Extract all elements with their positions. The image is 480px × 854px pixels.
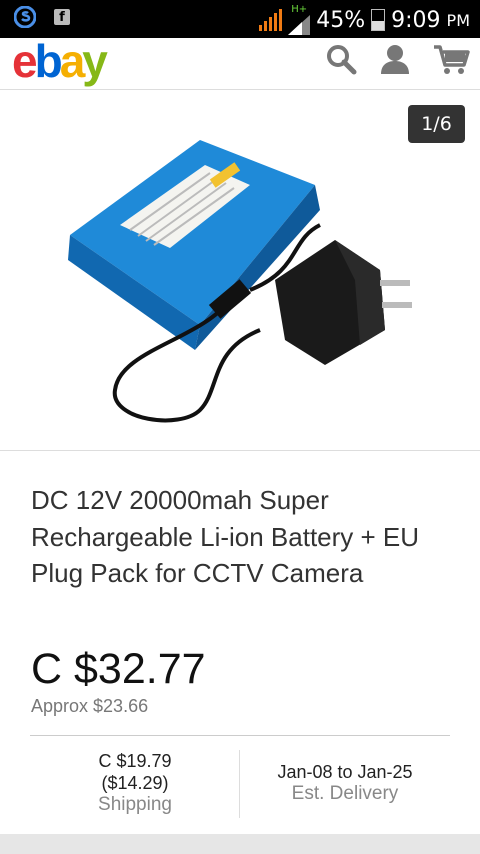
clock-time: 9:09	[391, 7, 441, 33]
clock-ampm: PM	[446, 10, 470, 30]
delivery-label: Est. Delivery	[291, 783, 399, 804]
delivery-info: Jan-08 to Jan-25 Est. Delivery	[240, 761, 450, 805]
user-icon[interactable]	[378, 42, 412, 76]
shipping-price: C $19.79	[98, 751, 172, 771]
product-price: C $32.77	[31, 645, 206, 693]
network-type: H+	[291, 4, 308, 15]
shipping-label: Shipping	[98, 794, 172, 815]
shipping-info: C $19.79 ($14.29) Shipping	[40, 750, 230, 816]
battery-percent: 45%	[316, 7, 366, 33]
skype-icon	[13, 5, 37, 29]
divider	[30, 735, 450, 736]
signal-bars-icon	[288, 15, 311, 35]
product-image[interactable]	[60, 130, 420, 430]
ebay-logo[interactable]: ebay	[12, 36, 108, 87]
facebook-icon: f	[54, 9, 70, 25]
bottom-bar	[0, 834, 480, 854]
search-icon[interactable]	[324, 42, 358, 76]
price-approx: Approx $23.66	[31, 696, 149, 716]
product-gallery[interactable]: 1/6	[0, 90, 480, 451]
battery-icon	[371, 9, 386, 31]
status-bar: f H+ 45% 9:09 PM	[0, 0, 480, 38]
product-title: DC 12V 20000mah Super Rechargeable Li-io…	[31, 485, 420, 588]
shipping-approx: ($14.29)	[101, 773, 169, 793]
delivery-range: Jan-08 to Jan-25	[277, 762, 413, 782]
signal-icon	[259, 9, 283, 31]
app-header: ebay	[0, 36, 480, 90]
cart-icon[interactable]	[432, 42, 470, 76]
